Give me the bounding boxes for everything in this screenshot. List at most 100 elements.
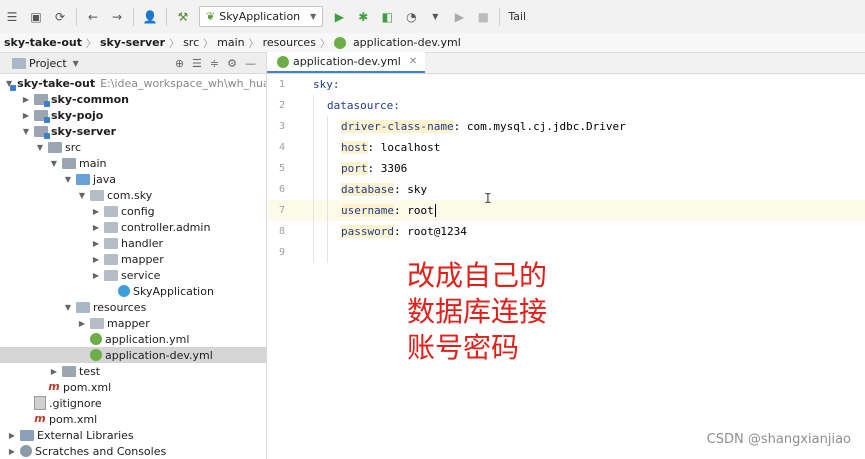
coverage-icon[interactable]: ◧ xyxy=(378,8,396,26)
refresh-icon[interactable]: ⟳ xyxy=(51,8,69,26)
user-icon[interactable]: 👤 xyxy=(141,8,159,26)
chevron-right-icon[interactable]: ▶ xyxy=(20,111,32,120)
scratch-icon xyxy=(20,445,32,457)
tree-item[interactable]: ▶ config xyxy=(0,203,266,219)
tail-button[interactable]: Tail xyxy=(504,10,530,23)
tree-item-label: config xyxy=(121,204,155,218)
chevron-down-icon[interactable]: ▼ xyxy=(48,159,60,168)
code-line: 7 username: root xyxy=(267,200,865,221)
chevron-right-icon[interactable]: ▶ xyxy=(90,239,102,248)
chevron-right-icon[interactable]: ▶ xyxy=(90,255,102,264)
hide-panel-icon[interactable]: — xyxy=(245,57,256,70)
tree-item[interactable]: m pom.xml xyxy=(0,379,266,395)
close-icon[interactable]: ✕ xyxy=(409,56,417,67)
tree-item[interactable]: ▶ sky-pojo xyxy=(0,107,266,123)
breadcrumb-item[interactable]: application-dev.yml xyxy=(349,36,465,49)
breadcrumb-separator: 〉 xyxy=(85,39,96,50)
expand-all-icon[interactable]: ☰ xyxy=(192,57,202,70)
chevron-right-icon[interactable]: ▶ xyxy=(6,431,18,440)
more-run-options-icon[interactable]: ▼ xyxy=(426,8,444,26)
line-number: 4 xyxy=(278,142,285,153)
tree-item-label: .gitignore xyxy=(49,396,102,410)
line-number: 3 xyxy=(278,121,285,132)
chevron-down-icon[interactable]: ▼ xyxy=(34,143,46,152)
yaml-value: : sky xyxy=(393,183,428,196)
gear-icon[interactable]: ⚙ xyxy=(227,57,237,70)
chevron-right-icon[interactable]: ▶ xyxy=(90,223,102,232)
code-editor[interactable]: 1 sky: 2 datasource: 3 driver-class-name: com… xyxy=(267,74,865,459)
tree-item[interactable]: ▶ test xyxy=(0,363,266,379)
forward-arrow-icon[interactable]: → xyxy=(108,8,126,26)
chevron-down-icon[interactable]: ▼ xyxy=(76,191,88,200)
toolbar-divider xyxy=(166,7,167,26)
tree-item[interactable]: m pom.xml xyxy=(0,411,266,427)
stop-icon[interactable]: ■ xyxy=(474,8,492,26)
run-configuration-select[interactable]: ❦ SkyApplication ▼ xyxy=(199,6,324,27)
project-view-selector[interactable]: Project ▼ xyxy=(0,57,79,70)
chevron-right-icon[interactable]: ▶ xyxy=(90,271,102,280)
rerun-icon[interactable]: ▶ xyxy=(450,8,468,26)
breadcrumb-item[interactable]: main xyxy=(213,36,248,49)
locate-file-icon[interactable]: ⊕ xyxy=(175,57,184,70)
breadcrumb-item[interactable]: src xyxy=(179,36,203,49)
code-text: database: sky xyxy=(341,183,427,196)
build-hammer-icon[interactable]: ⚒ xyxy=(174,8,192,26)
spring-leaf-icon: ❦ xyxy=(206,10,216,23)
tree-item-label: pom.xml xyxy=(49,412,98,426)
breadcrumb-item[interactable]: sky-server xyxy=(96,36,169,49)
class-icon xyxy=(118,285,130,297)
tree-item[interactable]: ▼ java xyxy=(0,171,266,187)
tree-item[interactable]: ▼ src xyxy=(0,139,266,155)
tree-item[interactable]: application-dev.yml xyxy=(0,347,266,363)
back-arrow-icon[interactable]: ← xyxy=(84,8,102,26)
chevron-down-icon[interactable]: ▼ xyxy=(62,175,74,184)
tree-item-label: sky-pojo xyxy=(51,108,104,122)
tree-item-label: sky-common xyxy=(51,92,129,106)
tree-item[interactable]: ▶ sky-common xyxy=(0,91,266,107)
yaml-value: : root xyxy=(393,203,434,217)
tree-item[interactable]: ▶ handler xyxy=(0,235,266,251)
chevron-down-icon[interactable]: ▼ xyxy=(62,303,74,312)
chevron-right-icon[interactable]: ▶ xyxy=(20,95,32,104)
tree-item[interactable]: ▶ service xyxy=(0,267,266,283)
debug-icon[interactable]: ✱ xyxy=(354,8,372,26)
tree-item[interactable]: ▶ controller.admin xyxy=(0,219,266,235)
tree-item[interactable]: ▶ External Libraries xyxy=(0,427,266,443)
mouse-ibeam-cursor: I xyxy=(484,192,492,207)
menu-icon[interactable]: ☰ xyxy=(3,8,21,26)
yaml-key: datasource: xyxy=(327,99,400,112)
tree-item[interactable]: ▼ resources xyxy=(0,299,266,315)
editor-tab-application-dev-yml[interactable]: application-dev.yml ✕ xyxy=(267,52,426,73)
module-icon xyxy=(34,125,50,139)
code-text: host: localhost xyxy=(341,141,440,154)
run-icon[interactable]: ▶ xyxy=(330,8,348,26)
package-icon xyxy=(104,221,118,233)
chevron-right-icon[interactable]: ▶ xyxy=(48,367,60,376)
folder-src-icon xyxy=(62,365,76,377)
tree-item[interactable]: ▼ com.sky xyxy=(0,187,266,203)
code-line: 3 driver-class-name: com.mysql.cj.jdbc.Dr… xyxy=(267,116,865,137)
code-text: sky: xyxy=(313,78,340,91)
profile-icon[interactable]: ◔ xyxy=(402,8,420,26)
tree-item[interactable]: ▶ Scratches and Consoles xyxy=(0,443,266,459)
chevron-right-icon[interactable]: ▶ xyxy=(90,207,102,216)
yml-icon xyxy=(90,333,102,345)
collapse-all-icon[interactable]: ≑ xyxy=(210,57,219,70)
chevron-right-icon[interactable]: ▶ xyxy=(6,447,18,456)
tree-item[interactable]: .gitignore xyxy=(0,395,266,411)
package-icon xyxy=(104,269,118,281)
save-icon[interactable]: ▣ xyxy=(27,8,45,26)
chevron-right-icon[interactable]: ▶ xyxy=(76,319,88,328)
tree-item[interactable]: ▶ mapper xyxy=(0,251,266,267)
breadcrumb-item[interactable]: resources xyxy=(259,36,320,49)
tree-item[interactable]: application.yml xyxy=(0,331,266,347)
text-caret xyxy=(434,204,436,218)
chevron-down-icon[interactable]: ▼ xyxy=(20,127,32,136)
tree-item[interactable]: ▼ sky-server xyxy=(0,123,266,139)
tree-item[interactable]: SkyApplication xyxy=(0,283,266,299)
tree-item[interactable]: ▼sky-take-outE:\idea_workspace_wh\wh_hua… xyxy=(0,75,266,91)
tree-item-label: mapper xyxy=(107,316,150,330)
tree-item[interactable]: ▶ mapper xyxy=(0,315,266,331)
tree-item[interactable]: ▼ main xyxy=(0,155,266,171)
breadcrumb-item[interactable]: sky-take-out xyxy=(0,36,86,49)
